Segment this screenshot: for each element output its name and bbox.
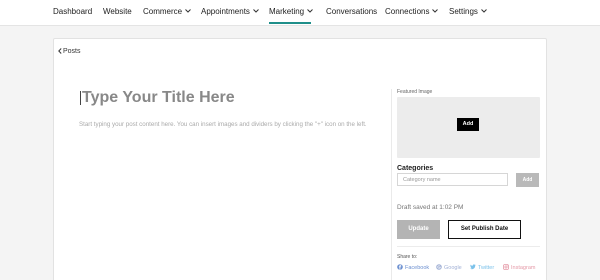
nav-item-settings[interactable]: Settings	[449, 7, 487, 17]
share-google[interactable]: G Google	[436, 264, 462, 273]
nav-item-label: Appointments	[201, 7, 250, 16]
post-title-input[interactable]: Type Your Title Here	[82, 88, 235, 108]
share-facebook[interactable]: Facebook	[397, 264, 429, 273]
nav-item-marketing[interactable]: Marketing	[269, 7, 313, 17]
share-twitter[interactable]: Twitter	[469, 264, 495, 273]
set-publish-date-button[interactable]: Set Publish Date	[448, 220, 521, 239]
categories-heading: Categories	[397, 165, 434, 172]
nav-item-label: Conversations	[326, 7, 378, 16]
nav-item-connections[interactable]: Connections	[385, 7, 439, 17]
add-category-button[interactable]: Add	[516, 173, 539, 187]
instagram-icon	[503, 264, 509, 273]
update-button[interactable]: Update	[397, 220, 440, 239]
chevron-down-icon	[185, 9, 191, 13]
nav-item-dashboard[interactable]: Dashboard	[53, 7, 92, 17]
draft-status: Draft saved at 1:02 PM	[397, 204, 464, 211]
text-cursor	[80, 91, 81, 105]
nav-item-label: Commerce	[143, 7, 183, 16]
back-link-label: Posts	[63, 48, 81, 55]
share-divider	[397, 246, 540, 247]
chevron-down-icon	[307, 9, 313, 13]
facebook-icon	[397, 264, 403, 273]
featured-image-label: Featured Image	[397, 89, 433, 95]
post-editor-card: Posts Type Your Title Here Start typing …	[53, 38, 547, 280]
nav-item-label: Connections	[385, 7, 430, 16]
share-twitter-label: Twitter	[478, 265, 495, 271]
nav-item-commerce[interactable]: Commerce	[143, 7, 191, 17]
chevron-down-icon	[481, 9, 487, 13]
google-icon: G	[436, 264, 442, 273]
nav-item-label: Dashboard	[53, 7, 93, 16]
twitter-icon	[469, 264, 476, 273]
nav-item-label: Marketing	[269, 7, 305, 16]
share-to-label: Share to:	[397, 254, 418, 260]
nav-item-conversations[interactable]: Conversations	[326, 7, 377, 17]
svg-text:G: G	[437, 265, 441, 270]
share-instagram[interactable]: Instagram	[503, 264, 535, 273]
category-name-input[interactable]	[397, 173, 508, 186]
featured-image-dropzone[interactable]: Add	[397, 97, 540, 158]
active-tab-indicator	[269, 22, 311, 24]
share-facebook-label: Facebook	[405, 265, 430, 271]
nav-item-label: Settings	[449, 7, 478, 16]
share-google-label: Google	[444, 265, 462, 271]
add-featured-image-button[interactable]: Add	[457, 118, 479, 131]
chevron-down-icon	[432, 9, 439, 13]
nav-item-label: Website	[103, 7, 132, 16]
chevron-left-icon	[58, 48, 62, 57]
post-body-editor[interactable]: Start typing your post content here. You…	[79, 119, 391, 130]
nav-item-appointments[interactable]: Appointments	[201, 7, 259, 17]
sidebar-divider	[391, 89, 392, 280]
back-to-posts-link[interactable]: Posts	[58, 47, 81, 57]
chevron-down-icon	[253, 9, 259, 13]
nav-item-website[interactable]: Website	[103, 7, 132, 17]
share-instagram-label: Instagram	[511, 265, 536, 271]
top-nav: Dashboard Website Commerce Appointments …	[0, 0, 600, 26]
